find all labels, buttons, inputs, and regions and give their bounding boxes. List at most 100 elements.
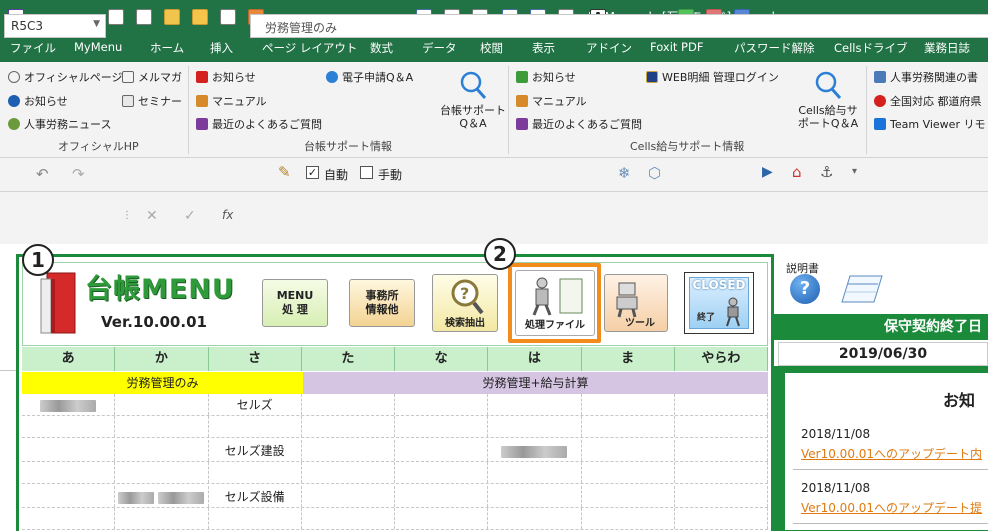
tab-mymenu[interactable]: MyMenu [74, 40, 122, 54]
official-news-link[interactable]: お知らせ [8, 91, 68, 111]
kana-tab-na[interactable]: な [395, 347, 489, 371]
mailmag-link[interactable]: メルマガ [122, 67, 182, 87]
table-cell[interactable] [302, 508, 395, 529]
name-box[interactable]: R5C3 ▼ [4, 14, 106, 38]
hr-news-link[interactable]: 人事労務ニュース [8, 114, 111, 134]
closed-exit-button[interactable]: CLOSED 終了 [684, 272, 754, 334]
table-cell[interactable] [22, 394, 116, 415]
table-cell[interactable]: セルズ建設 [209, 440, 302, 461]
table-cell[interactable] [22, 440, 116, 461]
manual-calc-checkbox[interactable] [360, 166, 373, 179]
anchor-icon[interactable]: ⚓ [820, 163, 833, 181]
table-cell[interactable] [488, 462, 582, 483]
table-cell[interactable] [582, 394, 675, 415]
table-cell[interactable] [582, 508, 675, 529]
office-info-button[interactable]: 事務所 情報他 [349, 279, 415, 327]
table-cell[interactable] [115, 416, 209, 437]
play-icon[interactable]: ▶ [762, 164, 773, 180]
tab-cells-drive[interactable]: Cellsドライブ [834, 40, 908, 56]
tab-formulas[interactable]: 数式 [370, 40, 393, 56]
table-cell[interactable] [22, 508, 116, 529]
table-cell[interactable] [22, 416, 116, 437]
table-cell[interactable] [302, 486, 395, 507]
home-icon[interactable]: ⌂ [792, 163, 802, 181]
daicho-manual-link[interactable]: マニュアル [196, 91, 267, 111]
kana-tab-ta[interactable]: た [301, 347, 395, 371]
print-preview-icon[interactable] [136, 9, 152, 25]
open-folder-icon[interactable] [164, 9, 180, 25]
kana-tab-ma[interactable]: ま [581, 347, 675, 371]
snowflake-icon[interactable]: ❄ [618, 164, 631, 182]
table-cell[interactable]: セルズ設備 [209, 486, 302, 507]
enter-icon[interactable]: ✓ [184, 208, 196, 224]
table-cell[interactable] [115, 508, 209, 529]
calendar-icon[interactable] [838, 272, 884, 306]
tab-data[interactable]: データ [422, 40, 457, 56]
cells-faq-link[interactable]: 最近のよくあるご質問 [516, 114, 642, 134]
table-cell[interactable] [675, 394, 768, 415]
table-cell[interactable] [302, 440, 395, 461]
table-cell[interactable] [209, 508, 302, 529]
table-cell[interactable] [115, 394, 209, 415]
menu-process-button[interactable]: MENU 処 理 [262, 279, 328, 327]
polygon-icon[interactable]: ⬡ [648, 164, 661, 182]
table-cell[interactable] [488, 440, 582, 461]
news-link[interactable]: Ver10.00.01へのアップデート内 [801, 445, 982, 462]
table-cell[interactable] [582, 486, 675, 507]
table-cell[interactable] [675, 416, 768, 437]
table-cell[interactable]: セルズ [209, 394, 302, 415]
table-cell[interactable] [582, 440, 675, 461]
table-cell[interactable] [675, 486, 768, 507]
tab-addins[interactable]: アドイン [586, 40, 632, 56]
daicho-faq-link[interactable]: 最近のよくあるご質問 [196, 114, 322, 134]
hr-documents-link[interactable]: 人事労務関連の書 [874, 67, 978, 87]
tab-page-layout[interactable]: ページ レイアウト [262, 40, 357, 56]
tab-review[interactable]: 校閲 [480, 40, 503, 56]
e-application-qa-link[interactable]: 電子申請Q＆A [326, 67, 413, 87]
tool-button[interactable]: ツール [604, 274, 668, 332]
table-cell[interactable] [115, 440, 209, 461]
nationwide-link[interactable]: 全国対応 都道府県 [874, 91, 982, 111]
tab-insert[interactable]: 挿入 [210, 40, 233, 56]
insert-function-icon[interactable]: fx [222, 208, 233, 222]
table-cell[interactable] [22, 486, 116, 507]
daicho-support-qa-button[interactable]: 台帳サポート Q＆A [440, 70, 506, 130]
tab-work-diary[interactable]: 業務日誌 [924, 40, 970, 56]
table-cell[interactable] [582, 462, 675, 483]
table-cell[interactable] [302, 416, 395, 437]
kana-tab-ka[interactable]: か [115, 347, 209, 371]
help-icon[interactable]: ? [790, 274, 820, 304]
tab-foxit-pdf[interactable]: Foxit PDF [650, 40, 703, 54]
search-extract-button[interactable]: ? 検索抽出 [432, 274, 498, 332]
redo-icon[interactable]: ↷ [72, 165, 85, 183]
customize-toolbar-icon[interactable]: ▾ [852, 166, 857, 177]
insert-picture-icon[interactable] [220, 9, 236, 25]
table-cell[interactable] [302, 394, 395, 415]
daicho-news-link[interactable]: お知らせ [196, 67, 256, 87]
table-cell[interactable] [395, 508, 489, 529]
table-cell[interactable] [395, 416, 489, 437]
table-cell[interactable] [395, 394, 489, 415]
favorites-icon[interactable] [192, 9, 208, 25]
table-cell[interactable] [395, 440, 489, 461]
table-cell[interactable] [115, 486, 209, 507]
table-cell[interactable] [675, 508, 768, 529]
formula-input[interactable]: 労務管理のみ [250, 14, 988, 38]
cells-manual-link[interactable]: マニュアル [516, 91, 587, 111]
kana-tab-sa[interactable]: さ [208, 347, 302, 371]
new-document-icon[interactable] [108, 9, 124, 25]
tab-file[interactable]: ファイル [10, 40, 56, 56]
table-cell[interactable] [675, 440, 768, 461]
cells-news-link[interactable]: お知らせ [516, 67, 576, 87]
seminar-link[interactable]: セミナー [122, 91, 182, 111]
news-link[interactable]: Ver10.00.01へのアップデート提 [801, 499, 982, 516]
table-cell[interactable] [395, 462, 489, 483]
auto-calc-checkbox[interactable]: ✓ [306, 166, 319, 179]
format-painter-icon[interactable]: ✎ [278, 163, 291, 181]
kana-tab-yarawa[interactable]: やらわ [674, 347, 768, 371]
table-cell[interactable] [209, 416, 302, 437]
table-cell[interactable] [582, 416, 675, 437]
tab-home[interactable]: ホーム [150, 40, 184, 56]
tab-view[interactable]: 表示 [532, 40, 555, 56]
table-cell[interactable] [22, 462, 116, 483]
